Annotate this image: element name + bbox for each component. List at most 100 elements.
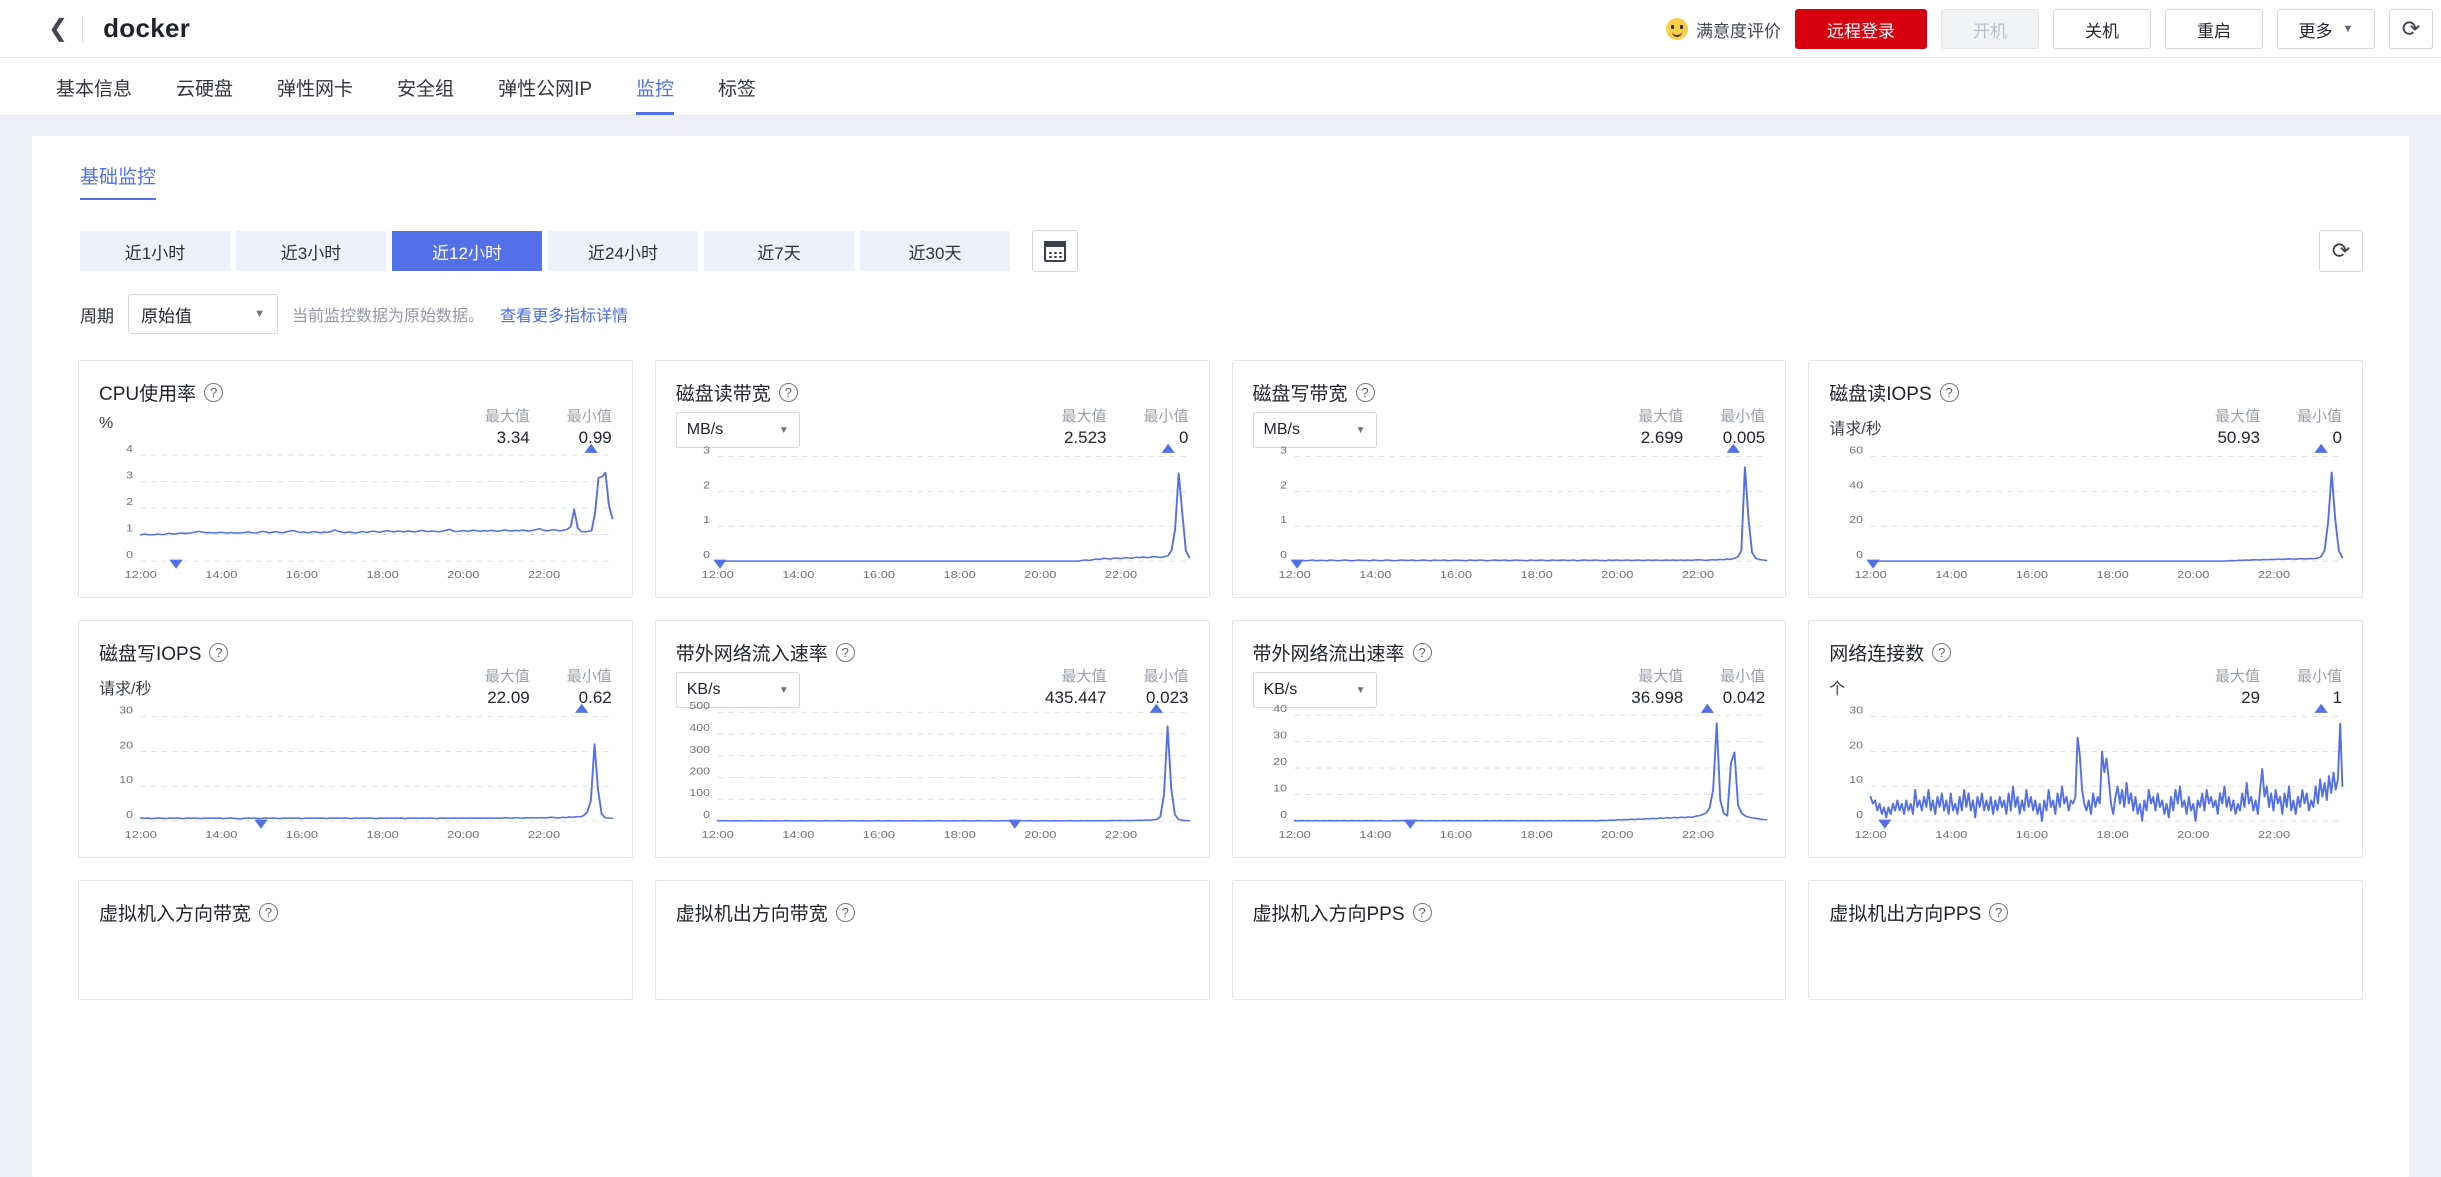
chart-plot-disk-write-iops[interactable]: 0 10 20 30 12:00 14:00 16:00 18:00 20:00 22:00 <box>91 687 626 847</box>
charts-refresh-button[interactable]: ⟳ <box>2319 230 2363 272</box>
tab-cloud-disk[interactable]: 云硬盘 <box>154 74 255 115</box>
sub-tab-bar: 基础监控 <box>32 136 2409 200</box>
question-mark-icon[interactable]: ? <box>1939 383 1959 402</box>
monitoring-panel: 基础监控 近1小时 近3小时 近12小时 近24小时 近7天 近30天 ⟳ 周期… <box>32 136 2409 1177</box>
svg-text:18:00: 18:00 <box>943 569 976 580</box>
chart-plot-disk-read-bandwidth[interactable]: 0 1 2 3 12:00 14:00 16:00 18:00 20:00 22:00 <box>668 427 1203 587</box>
tab-security-group[interactable]: 安全组 <box>375 74 476 115</box>
range-1h[interactable]: 近1小时 <box>80 231 230 271</box>
chart-title-text: 虚拟机出方向PPS <box>1829 904 1982 925</box>
chart-title-vm-inbound-pps: 虚拟机入方向PPS? <box>1253 899 1766 926</box>
more-button[interactable]: 更多 ▼ <box>2277 9 2375 49</box>
chart-card-network-connections: 网络连接数? 个最大值 29 最小值 1 0 10 20 30 12:00 14:00 16:00 18… <box>1808 620 2363 858</box>
date-picker-button[interactable] <box>1032 230 1078 272</box>
range-3h[interactable]: 近3小时 <box>236 231 386 271</box>
tab-tags[interactable]: 标签 <box>696 74 778 115</box>
chart-title-oob-network-out-rate: 带外网络流出速率? <box>1253 639 1766 666</box>
chart-card-vm-inbound-pps: 虚拟机入方向PPS? <box>1231 880 1787 1000</box>
svg-text:1: 1 <box>703 515 710 526</box>
svg-text:16:00: 16:00 <box>2016 569 2049 580</box>
chart-plot-cpu-usage[interactable]: 0 1 2 3 4 12:00 14:00 16:00 18:00 20:00 22:00 <box>91 427 626 587</box>
range-24h[interactable]: 近24小时 <box>548 231 698 271</box>
chart-card-cpu-usage: CPU使用率?% 最大值 3.34 最小值 0.99 0 1 2 3 4 12:00 14:00 16:… <box>78 360 633 598</box>
question-mark-icon[interactable]: ? <box>204 383 224 402</box>
chart-card-oob-network-in-rate: 带外网络流入速率? KB/s ▼ 最大值 435.447 最小值 0.023 0 100 200 3… <box>654 620 1210 858</box>
chart-card-disk-write-bandwidth: 磁盘写带宽? MB/s ▼ 最大值 2.699 最小值 0.005 0 1 2 3 12:00 14:0… <box>1231 360 1787 598</box>
svg-text:0: 0 <box>1856 550 1863 561</box>
question-mark-icon[interactable]: ? <box>1932 643 1952 662</box>
svg-text:0: 0 <box>1856 810 1863 821</box>
chart-plot-disk-read-iops[interactable]: 0 20 40 60 12:00 14:00 16:00 18:00 20:00 22:00 <box>1821 427 2356 587</box>
svg-text:20: 20 <box>1273 757 1287 768</box>
question-mark-icon[interactable]: ? <box>1412 643 1432 662</box>
top-bar: ❮ docker 满意度评价 远程登录 开机 关机 重启 更多 ▼ ⟳ <box>0 0 2441 58</box>
chart-title-network-connections: 网络连接数? <box>1829 639 2342 666</box>
remote-login-button[interactable]: 远程登录 <box>1795 9 1927 49</box>
svg-text:2: 2 <box>1280 480 1287 491</box>
tab-bar: 基本信息 云硬盘 弹性网卡 安全组 弹性公网IP 监控 标签 <box>0 58 2441 116</box>
svg-text:22:00: 22:00 <box>528 829 561 840</box>
question-mark-icon[interactable]: ? <box>1355 383 1375 402</box>
svg-text:2: 2 <box>126 497 133 508</box>
tab-monitoring[interactable]: 监控 <box>614 74 696 115</box>
power-on-button[interactable]: 开机 <box>1941 9 2039 49</box>
svg-text:0: 0 <box>126 810 133 821</box>
tab-basic-info[interactable]: 基本信息 <box>34 74 154 115</box>
question-mark-icon[interactable]: ? <box>1989 903 2009 922</box>
tab-elastic-nic[interactable]: 弹性网卡 <box>255 74 375 115</box>
svg-text:20:00: 20:00 <box>1601 829 1634 840</box>
period-select[interactable]: 原始值 ▼ <box>128 294 278 334</box>
svg-text:3: 3 <box>126 471 133 482</box>
svg-text:30: 30 <box>1273 731 1287 742</box>
top-bar-actions: 满意度评价 远程登录 开机 关机 重启 更多 ▼ ⟳ <box>1666 0 2441 58</box>
period-note: 当前监控数据为原始数据。 <box>292 308 485 325</box>
back-chevron-icon[interactable]: ❮ <box>48 16 82 42</box>
max-label: 最大值 <box>1638 668 1684 685</box>
chart-plot-network-connections[interactable]: 0 10 20 30 12:00 14:00 16:00 18:00 20:00 22:00 <box>1821 687 2356 847</box>
chart-title-text: 虚拟机入方向PPS <box>1252 904 1405 925</box>
svg-text:16:00: 16:00 <box>863 829 896 840</box>
svg-text:10: 10 <box>119 775 133 786</box>
chart-plot-disk-write-bandwidth[interactable]: 0 1 2 3 12:00 14:00 16:00 18:00 20:00 22:00 <box>1245 427 1780 587</box>
svg-text:18:00: 18:00 <box>1520 829 1553 840</box>
svg-text:14:00: 14:00 <box>205 569 238 580</box>
svg-text:10: 10 <box>1273 784 1287 795</box>
shutdown-button[interactable]: 关机 <box>2053 9 2151 49</box>
svg-text:1: 1 <box>1280 515 1287 526</box>
sub-tab-basic-monitoring[interactable]: 基础监控 <box>80 162 157 200</box>
question-mark-icon[interactable]: ? <box>1412 903 1432 922</box>
restart-button[interactable]: 重启 <box>2165 9 2263 49</box>
min-label: 最小值 <box>1143 408 1189 425</box>
svg-text:20:00: 20:00 <box>447 829 480 840</box>
question-mark-icon[interactable]: ? <box>778 383 798 402</box>
svg-text:20:00: 20:00 <box>447 569 480 580</box>
question-mark-icon[interactable]: ? <box>835 643 855 662</box>
svg-text:12:00: 12:00 <box>701 569 734 580</box>
refresh-button[interactable]: ⟳ <box>2389 9 2433 49</box>
chart-plot-oob-network-out-rate[interactable]: 0 10 20 30 40 12:00 14:00 16:00 18:00 20:00 22:00 <box>1245 687 1780 847</box>
period-row: 周期 原始值 ▼ 当前监控数据为原始数据。 查看更多指标详情 <box>32 272 2409 334</box>
more-metrics-link[interactable]: 查看更多指标详情 <box>500 302 628 326</box>
range-30d[interactable]: 近30天 <box>860 231 1010 271</box>
svg-text:2: 2 <box>703 480 710 491</box>
chart-card-disk-read-iops: 磁盘读IOPS? 请求/秒 最大值 50.93 最小值 0 0 20 40 60 12:00 14:0… <box>1808 360 2363 598</box>
chart-title-oob-network-in-rate: 带外网络流入速率? <box>676 639 1189 666</box>
svg-text:12:00: 12:00 <box>125 569 158 580</box>
satisfaction-rating-button[interactable]: 满意度评价 <box>1666 17 1781 42</box>
svg-text:30: 30 <box>1849 706 1863 717</box>
svg-text:22:00: 22:00 <box>2258 829 2291 840</box>
range-12h[interactable]: 近12小时 <box>392 231 542 271</box>
question-mark-icon[interactable]: ? <box>835 903 855 922</box>
tab-elastic-ip[interactable]: 弹性公网IP <box>476 74 614 115</box>
range-7d[interactable]: 近7天 <box>704 231 854 271</box>
svg-text:20:00: 20:00 <box>1601 569 1634 580</box>
chart-plot-oob-network-in-rate[interactable]: 0 100 200 300 400 500 12:00 14:00 16:00 18:00 20:0… <box>668 687 1203 847</box>
svg-text:0: 0 <box>1280 550 1287 561</box>
svg-text:20:00: 20:00 <box>2177 569 2210 580</box>
question-mark-icon[interactable]: ? <box>259 903 279 922</box>
title-divider <box>82 15 84 42</box>
question-mark-icon[interactable]: ? <box>209 643 229 662</box>
min-label: 最小值 <box>1720 668 1766 685</box>
svg-text:200: 200 <box>689 767 710 778</box>
svg-text:22:00: 22:00 <box>1681 569 1714 580</box>
